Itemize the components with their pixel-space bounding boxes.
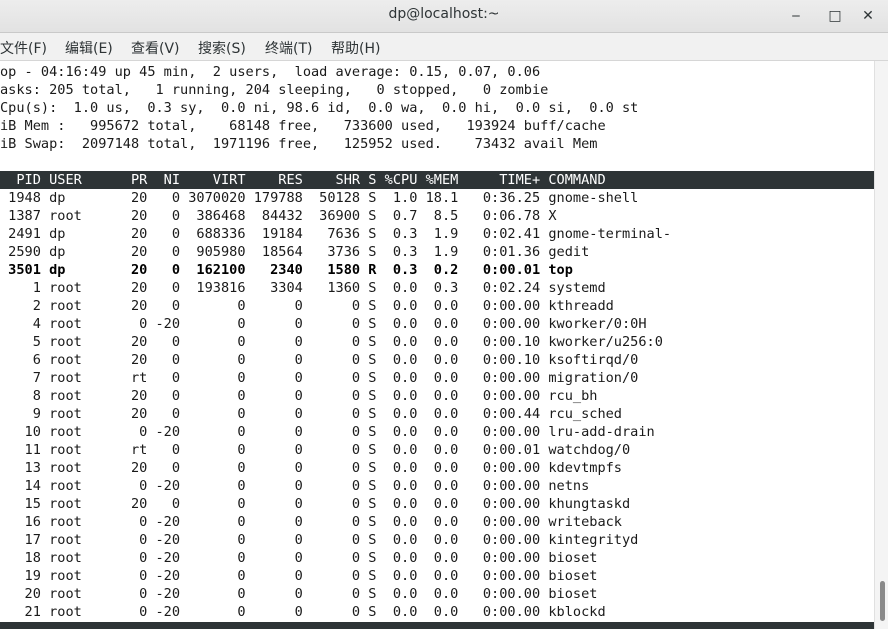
window-title: dp@localhost:~ [388,6,500,22]
table-row: 7 root rt 0 0 0 0 S 0.0 0.0 0:00.00 migr… [0,370,639,386]
menu-file[interactable]: 文件(F) [0,38,47,58]
table-row: 10 root 0 -20 0 0 0 S 0.0 0.0 0:00.00 lr… [0,424,655,440]
summary-cpu: Cpu(s): 1.0 us, 0.3 sy, 0.0 ni, 98.6 id,… [0,100,639,116]
table-row: 14 root 0 -20 0 0 0 S 0.0 0.0 0:00.00 ne… [0,478,590,494]
scrollbar[interactable] [874,61,888,629]
table-row: 2 root 20 0 0 0 0 S 0.0 0.0 0:00.00 kthr… [0,298,614,314]
table-row: 3501 dp 20 0 162100 2340 1580 R 0.3 0.2 … [0,262,573,278]
table-row: 21 root 0 -20 0 0 0 S 0.0 0.0 0:00.00 kb… [0,604,606,620]
table-row: 19 root 0 -20 0 0 0 S 0.0 0.0 0:00.00 bi… [0,568,598,584]
menu-bar: 文件(F) 编辑(E) 查看(V) 搜索(S) 终端(T) 帮助(H) [0,33,888,61]
table-row: 15 root 20 0 0 0 0 S 0.0 0.0 0:00.00 khu… [0,496,631,512]
summary-swap: iB Swap: 2097148 total, 1971196 free, 12… [0,136,598,152]
process-table-header: PID USER PR NI VIRT RES SHR S %CPU %MEM … [0,171,874,189]
menu-terminal[interactable]: 终端(T) [265,38,312,58]
summary-tasks: asks: 205 total, 1 running, 204 sleeping… [0,82,549,98]
title-bar[interactable]: dp@localhost:~ ‒ □ ✕ [0,0,888,33]
summary-uptime: op - 04:16:49 up 45 min, 2 users, load a… [0,64,541,80]
maximize-icon[interactable]: □ [825,6,845,26]
table-row: 2491 dp 20 0 688336 19184 7636 S 0.3 1.9… [0,226,672,242]
table-row: 8 root 20 0 0 0 0 S 0.0 0.0 0:00.00 rcu_… [0,388,598,404]
menu-edit[interactable]: 编辑(E) [65,38,113,58]
bottom-strip [0,622,874,629]
table-row: 9 root 20 0 0 0 0 S 0.0 0.0 0:00.44 rcu_… [0,406,622,422]
terminal-window: dp@localhost:~ ‒ □ ✕ 文件(F) 编辑(E) 查看(V) 搜… [0,0,888,629]
table-row: 1 root 20 0 193816 3304 1360 S 0.0 0.3 0… [0,280,606,296]
scrollbar-thumb[interactable] [880,581,885,621]
table-row: 17 root 0 -20 0 0 0 S 0.0 0.0 0:00.00 ki… [0,532,639,548]
minimize-icon[interactable]: ‒ [786,6,806,26]
table-row: 2590 dp 20 0 905980 18564 3736 S 0.3 1.9… [0,244,590,260]
table-row: 20 root 0 -20 0 0 0 S 0.0 0.0 0:00.00 bi… [0,586,598,602]
table-row: 6 root 20 0 0 0 0 S 0.0 0.0 0:00.10 ksof… [0,352,639,368]
table-row: 13 root 20 0 0 0 0 S 0.0 0.0 0:00.00 kde… [0,460,622,476]
table-row: 16 root 0 -20 0 0 0 S 0.0 0.0 0:00.00 wr… [0,514,622,530]
table-row: 4 root 0 -20 0 0 0 S 0.0 0.0 0:00.00 kwo… [0,316,647,332]
table-row: 1948 dp 20 0 3070020 179788 50128 S 1.0 … [0,190,639,206]
close-icon[interactable]: ✕ [858,6,878,26]
summary-mem: iB Mem : 995672 total, 68148 free, 73360… [0,118,606,134]
menu-search[interactable]: 搜索(S) [198,38,246,58]
terminal-output[interactable]: op - 04:16:49 up 45 min, 2 users, load a… [0,61,874,629]
table-row: 11 root rt 0 0 0 0 S 0.0 0.0 0:00.01 wat… [0,442,631,458]
menu-view[interactable]: 查看(V) [131,38,180,58]
table-row: 1387 root 20 0 386468 84432 36900 S 0.7 … [0,208,557,224]
menu-help[interactable]: 帮助(H) [331,38,380,58]
table-row: 18 root 0 -20 0 0 0 S 0.0 0.0 0:00.00 bi… [0,550,598,566]
table-row: 5 root 20 0 0 0 0 S 0.0 0.0 0:00.10 kwor… [0,334,663,350]
